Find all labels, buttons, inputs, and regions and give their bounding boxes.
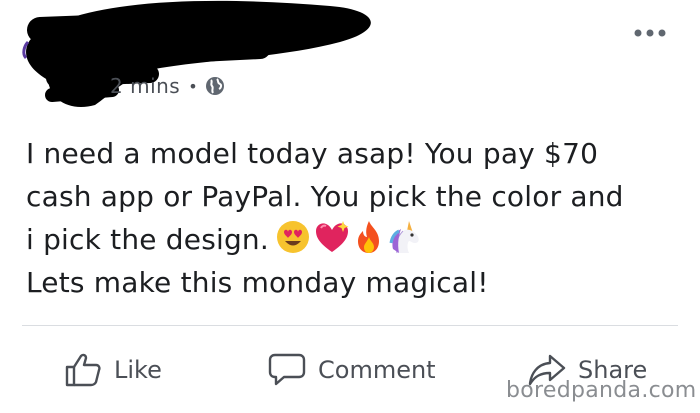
- comment-bubble-icon: [268, 353, 306, 386]
- post-text-line: Lets make this monday magical!: [26, 266, 489, 299]
- post-message: I need a model today asap! You pay $70 c…: [26, 132, 686, 304]
- post-meta: 2 mins •: [110, 72, 225, 100]
- facebook-post-card: 2 mins • I need a model today asap! You …: [0, 0, 700, 413]
- more-options-button[interactable]: [628, 20, 672, 46]
- like-button[interactable]: Like: [64, 350, 162, 390]
- heart-eyes-emoji-icon: [276, 221, 309, 253]
- post-timestamp[interactable]: 2 mins: [110, 74, 180, 98]
- post-text-line: I need a model today asap! You pay $70: [26, 137, 599, 170]
- emoji-group: [275, 219, 423, 255]
- comment-button[interactable]: Comment: [268, 350, 436, 390]
- redaction-scribble: [22, 0, 371, 108]
- fire-emoji-icon: [357, 221, 379, 253]
- meta-separator: •: [188, 76, 198, 96]
- post-text-line: i pick the design.: [26, 223, 269, 256]
- more-options-icon: [634, 29, 666, 37]
- source-watermark: boredpanda.com: [506, 378, 697, 403]
- globe-icon[interactable]: [205, 76, 225, 96]
- unicorn-emoji-icon: [389, 221, 419, 254]
- action-divider: [22, 325, 678, 326]
- thumbs-up-icon: [65, 353, 101, 387]
- comment-label: Comment: [318, 356, 436, 384]
- post-text-line-with-emojis: i pick the design.: [26, 218, 686, 261]
- sparkling-heart-emoji-icon: [315, 221, 349, 252]
- post-text-line: cash app or PayPal. You pick the color a…: [26, 180, 624, 213]
- like-label: Like: [114, 356, 162, 384]
